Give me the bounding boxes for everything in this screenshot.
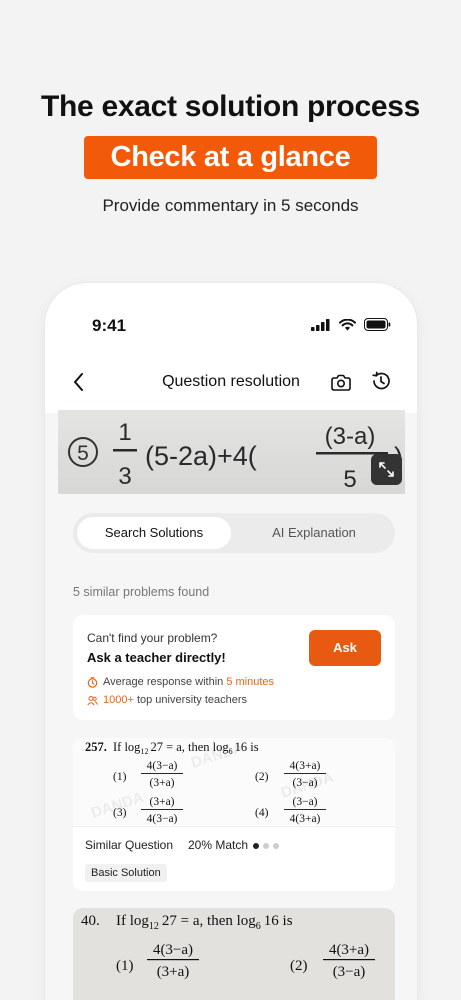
card2-problem-text: If log [116,913,149,929]
option-2-label: (2) [255,771,269,783]
expand-icon[interactable] [371,454,402,485]
teachers-suffix: top university teachers [133,694,248,706]
page-dot [263,843,269,849]
response-time-value: 5 minutes [226,676,275,688]
signal-icon [311,318,330,331]
card2-option-2-label: (2) [290,958,308,974]
page-dot-active [253,843,259,849]
similar-log-base-2: 6 [229,747,233,756]
battery-icon [364,318,391,331]
phone-header-area [45,283,417,413]
page-indicator [253,843,279,849]
hero-subtitle: Provide commentary in 5 seconds [102,196,359,215]
card2-problem-mid: 27 = a, then log [162,913,256,929]
photo-frac1-den: 3 [118,463,131,490]
option-3-label: (3) [113,807,127,819]
card2-log-base-2: 6 [256,921,261,932]
response-time-prefix: Average response within [103,676,227,688]
timer-icon [87,676,98,688]
similar-question-label: Similar Question [85,838,174,852]
ask-headline: Ask a teacher directly! [87,650,226,665]
option-1-den: (3+a) [150,777,175,789]
match-percentage: 20% Match [188,838,249,852]
card2-problem-end: 16 is [264,913,293,929]
response-time-info: Average response within 5 minutes [87,676,274,688]
photo-frac2-den: 5 [343,466,356,493]
card2-option-1-den: (3+a) [157,964,190,980]
photo-problem-number: 5 [77,442,89,465]
option-4-den: 4(3+a) [290,813,321,825]
card2-option-1-num: 4(3−a) [153,942,193,958]
result-tabs: Search Solutions AI Explanation [73,513,395,553]
ask-button[interactable]: Ask [309,630,381,666]
similar-problem-mid: 27 = a, then log [150,740,229,754]
camera-icon[interactable] [330,371,352,393]
ask-question: Can't find your problem? [87,631,218,645]
option-4-num: (3−a) [293,796,318,808]
option-1-num: 4(3−a) [147,760,178,772]
similar-log-base-1: 12 [140,747,148,756]
photo-paren: (5-2a)+4( [145,441,257,471]
ask-teacher-card: Can't find your problem? Ask a teacher d… [73,615,395,720]
option-3-num: (3+a) [150,796,175,808]
card2-option-2-den: (3−a) [333,964,366,980]
phone-frame: 9:41 Question resolution 5 1 3 (5-2a)+4(… [45,283,417,1000]
status-time: 9:41 [92,316,127,335]
similar-problem-text: If log [113,740,141,754]
tab-search-solutions[interactable]: Search Solutions [77,517,231,549]
similar-question-card[interactable]: DANDA DANDA DANDA 257. If log12 27 = a, t… [73,738,395,891]
similar-problem-number: 257. [85,740,107,754]
results-count: 5 similar problems found [73,585,210,599]
history-icon[interactable] [370,370,392,392]
option-2-num: 4(3+a) [290,760,321,772]
card2-option-1-label: (1) [116,958,134,974]
teachers-icon [87,695,98,705]
second-result-card[interactable]: 40. If log12 27 = a, then log6 16 is (1) 4… [73,908,395,1000]
option-2-den: (3−a) [293,777,318,789]
card-divider [73,826,395,827]
hero-badge: Check at a glance [84,136,377,179]
wifi-icon [339,318,356,330]
tab-ai-explanation[interactable]: AI Explanation [237,517,391,549]
photo-frac2-num: (3-a) [325,423,376,450]
solution-tag: Basic Solution [85,864,167,882]
photo-frac1-num: 1 [118,419,131,446]
teachers-info: 1000+ top university teachers [87,694,247,706]
teachers-count: 1000+ [103,694,134,706]
card2-log-base-1: 12 [149,921,159,932]
page-dot [273,843,279,849]
status-icons [311,318,391,331]
svg-text:If log1227 = a, then log616 is: If log12 27 = a, then log6 16 is [116,913,293,932]
option-1-label: (1) [113,771,127,783]
card2-problem-number: 40. [81,913,100,929]
option-3-den: 4(3−a) [147,813,178,825]
svg-text:If log1227 = a, then log616 is: If log12 27 = a, then log6 16 is [113,740,259,756]
hero-title: The exact solution process [41,90,420,123]
option-4-label: (4) [255,807,269,819]
question-photo[interactable]: 5 1 3 (5-2a)+4( (3-a) 5 ) [58,410,405,494]
similar-question-image: DANDA DANDA DANDA 257. If log12 27 = a, t… [73,738,395,825]
page-title: Question resolution [162,373,300,390]
card2-option-2-num: 4(3+a) [329,942,369,958]
similar-problem-end: 16 is [235,740,259,754]
